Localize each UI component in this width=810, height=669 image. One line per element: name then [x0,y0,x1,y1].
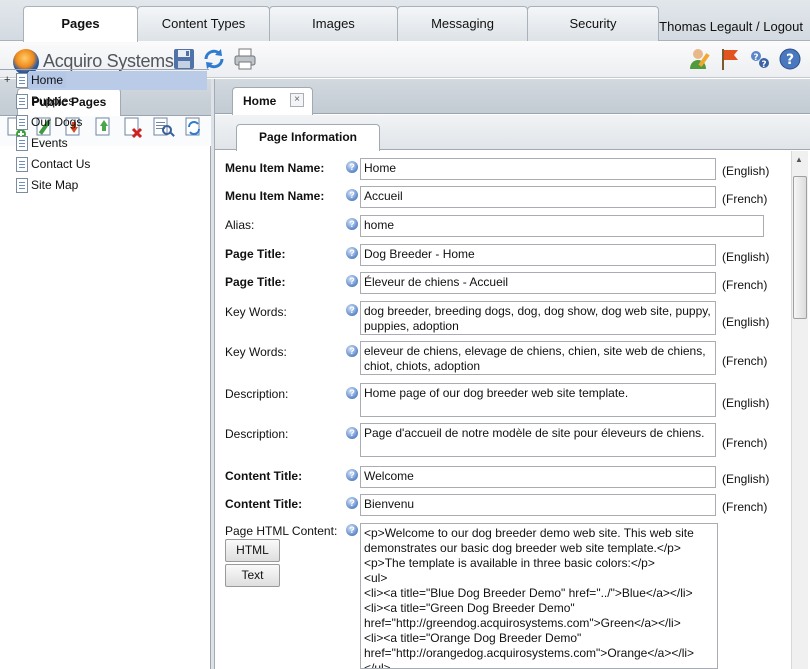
html-content-editor[interactable]: <p>Welcome to our dog breeder demo web s… [360,523,718,669]
page-title-label: Page Title: [225,275,286,289]
tab-security[interactable]: Security [527,6,659,41]
scroll-up-icon[interactable]: ▲ [795,155,803,164]
help-icon[interactable]: ? [346,304,358,316]
description-label: Description: [225,387,289,401]
tree-item-label: Events [31,136,68,150]
alias-input[interactable]: home [360,215,764,237]
help-icon[interactable]: ? [346,387,358,399]
tab-content-types[interactable]: Content Types [137,6,270,41]
menu-item-name-fr-input[interactable]: Accueil [360,186,716,208]
description-label: Description: [225,427,289,441]
tree-item-site-map[interactable]: Site Map [0,175,209,196]
help-icon[interactable]: ? [778,47,802,71]
menu-item-name-label: Menu Item Name: [225,161,325,175]
tab-messaging[interactable]: Messaging [397,6,528,41]
tree-item-contact-us[interactable]: Contact Us [0,154,209,175]
flag-icon[interactable] [718,47,742,71]
help-icon[interactable]: ? [346,524,358,536]
key-words-label: Key Words: [225,305,287,319]
language-label: (French) [722,192,768,206]
content-title-label: Content Title: [225,469,303,483]
tree-item-label: Our Dogs [31,115,83,129]
alias-label: Alias: [225,218,255,232]
help-users-icon[interactable]: ? ? [747,47,771,71]
tree-item-label: Contact Us [31,157,91,171]
save-icon[interactable] [172,47,196,71]
page-title-fr-input[interactable]: Éleveur de chiens - Accueil [360,272,716,294]
page-icon [16,178,28,193]
page-icon [16,73,28,88]
tree-item-label: Puppies [31,94,75,108]
page-html-content-label: Page HTML Content: [225,524,338,538]
tree-item-puppies[interactable]: Puppies [0,91,209,112]
svg-text:?: ? [761,60,766,70]
page-icon [16,136,28,151]
tree-item-label: Home [28,72,67,88]
language-label: (English) [722,472,770,486]
scrollbar-thumb[interactable] [793,176,807,319]
content-title-en-input[interactable]: Welcome [360,466,716,488]
tab-images[interactable]: Images [269,6,398,41]
help-icon[interactable]: ? [346,161,358,173]
language-label: (English) [722,164,770,178]
language-label: (French) [722,278,768,292]
tree-item-label: Site Map [31,178,79,192]
content-title-label: Content Title: [225,497,303,511]
menu-item-name-en-input[interactable]: Home [360,158,716,180]
language-label: (French) [722,500,768,514]
expand-icon[interactable]: + [4,70,10,91]
menu-item-name-label: Menu Item Name: [225,189,325,203]
html-mode-button[interactable]: HTML [225,539,280,562]
tab-page-information[interactable]: Page Information [236,124,380,151]
page-icon [16,115,28,130]
language-label: (English) [722,250,770,264]
page-icon [16,94,28,109]
page-tree: + Home Puppies Our Dogs Events Contact U… [0,69,209,196]
refresh-icon[interactable] [202,47,226,71]
language-label: (French) [722,436,768,450]
help-icon[interactable]: ? [346,469,358,481]
print-icon[interactable] [233,47,257,71]
content-title-fr-input[interactable]: Bienvenu [360,494,716,516]
language-label: (English) [722,315,770,329]
help-icon[interactable]: ? [346,247,358,259]
help-icon[interactable]: ? [346,275,358,287]
text-mode-button[interactable]: Text [225,564,280,587]
key-words-label: Key Words: [225,345,287,359]
help-icon[interactable]: ? [346,189,358,201]
close-tab-icon[interactable]: × [290,93,304,107]
tree-item-home[interactable]: + Home [0,70,209,91]
language-label: (English) [722,396,770,410]
svg-text:?: ? [753,53,758,63]
tree-item-our-dogs[interactable]: Our Dogs [0,112,209,133]
svg-text:?: ? [786,52,794,68]
user-logout-link[interactable]: Thomas Legault / Logout [659,19,803,34]
help-icon[interactable]: ? [346,218,358,230]
page-title-label: Page Title: [225,247,286,261]
language-label: (French) [722,354,768,368]
help-icon[interactable]: ? [346,497,358,509]
key-words-fr-input[interactable]: eleveur de chiens, elevage de chiens, ch… [360,341,716,375]
description-en-input[interactable]: Home page of our dog breeder web site te… [360,383,716,417]
page-icon [16,157,28,172]
tree-item-events[interactable]: Events [0,133,209,154]
user-edit-icon[interactable] [688,47,712,71]
tab-pages[interactable]: Pages [23,6,138,42]
description-fr-input[interactable]: Page d'accueil de notre modèle de site p… [360,423,716,457]
key-words-en-input[interactable]: dog breeder, breeding dogs, dog, dog sho… [360,301,716,335]
page-title-en-input[interactable]: Dog Breeder - Home [360,244,716,266]
help-icon[interactable]: ? [346,427,358,439]
help-icon[interactable]: ? [346,345,358,357]
